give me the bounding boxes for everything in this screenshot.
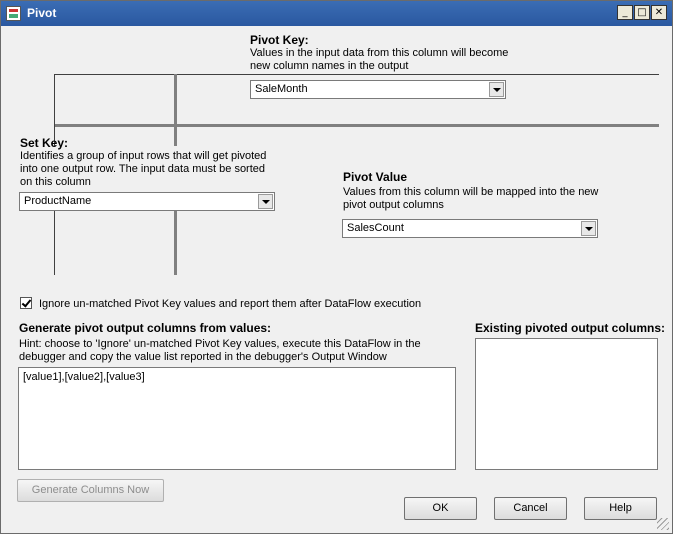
chevron-down-icon[interactable] [581, 221, 596, 236]
minimize-button[interactable]: _ [617, 5, 633, 20]
pivot-key-header: Pivot Key: [250, 33, 309, 47]
set-key-right-line-upper [174, 74, 177, 146]
help-button[interactable]: Help [584, 497, 657, 520]
pivot-values-textarea[interactable]: [value1],[value2],[value3] [18, 367, 456, 470]
ignore-unmatched-checkbox[interactable] [20, 297, 32, 309]
close-button[interactable]: ✕ [651, 5, 667, 20]
existing-columns-header: Existing pivoted output columns: [475, 321, 665, 335]
generate-columns-header: Generate pivot output columns from value… [19, 321, 272, 335]
pivot-key-top-line [54, 74, 659, 75]
ok-button[interactable]: OK [404, 497, 477, 520]
pivot-value-header: Pivot Value [343, 170, 408, 184]
set-key-description-1: Identifies a group of input rows that wi… [20, 150, 267, 162]
resize-grip-icon[interactable] [657, 518, 669, 530]
maximize-button[interactable]: □ [634, 5, 650, 20]
pivot-key-description-2: new column names in the output [250, 60, 409, 72]
pivot-key-selected-value: SaleMonth [255, 83, 308, 95]
pivot-key-bottom-line [54, 124, 659, 127]
window-title: Pivot [27, 6, 57, 20]
title-bar[interactable]: Pivot _ □ ✕ [1, 1, 672, 26]
generate-hint-1: Hint: choose to 'Ignore' un-matched Pivo… [19, 338, 421, 350]
app-icon [6, 6, 21, 21]
pivot-key-dropdown[interactable]: SaleMonth [250, 80, 506, 99]
set-key-dropdown[interactable]: ProductName [19, 192, 275, 211]
pivot-value-description-1: Values from this column will be mapped i… [343, 186, 599, 198]
chevron-down-icon[interactable] [489, 82, 504, 97]
set-key-header: Set Key: [20, 136, 69, 150]
ignore-unmatched-label[interactable]: Ignore un-matched Pivot Key values and r… [39, 298, 421, 310]
pivot-key-description-1: Values in the input data from this colum… [250, 47, 509, 59]
pivot-dialog: Pivot _ □ ✕ Pivot Key: Values in the inp… [0, 0, 673, 534]
generate-columns-button[interactable]: Generate Columns Now [17, 479, 164, 502]
chevron-down-icon[interactable] [258, 194, 273, 209]
set-key-description-3: on this column [20, 176, 91, 188]
generate-hint-2: debugger and copy the value list reporte… [19, 351, 387, 363]
set-key-left-line-lower [54, 211, 55, 275]
pivot-value-description-2: pivot output columns [343, 199, 444, 211]
set-key-right-line-lower [174, 211, 177, 275]
pivot-value-dropdown[interactable]: SalesCount [342, 219, 598, 238]
set-key-description-2: into one output row. The input data must… [20, 163, 266, 175]
cancel-button[interactable]: Cancel [494, 497, 567, 520]
set-key-selected-value: ProductName [24, 195, 92, 207]
pivot-value-selected-value: SalesCount [347, 222, 404, 234]
existing-columns-list[interactable] [475, 338, 658, 470]
